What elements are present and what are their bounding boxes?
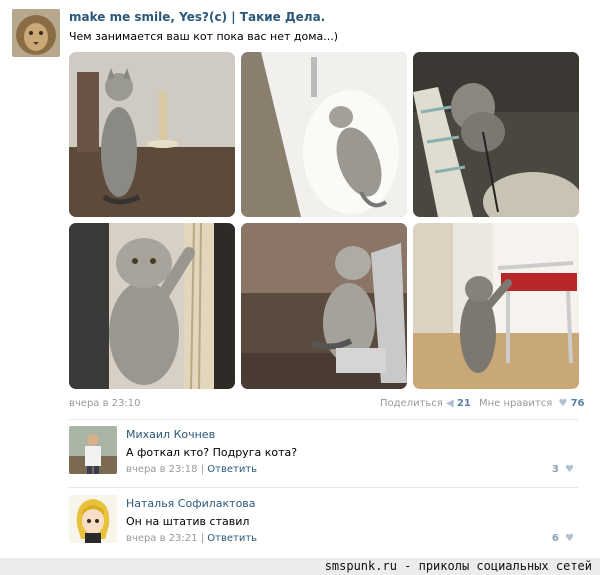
divider <box>69 487 578 488</box>
anime-girl-avatar-icon[interactable] <box>69 495 117 543</box>
reply-button[interactable]: Ответить <box>207 533 257 544</box>
comment-like-button[interactable]: 3 ♥ <box>552 464 574 475</box>
divider <box>69 419 578 420</box>
cat-on-scratching-post-photo[interactable] <box>69 223 235 389</box>
cat-biting-post-photo[interactable] <box>413 52 579 217</box>
cat-in-bathtub-photo[interactable] <box>241 52 407 217</box>
heart-icon: ♥ <box>558 398 568 409</box>
cat-standing-photo[interactable] <box>69 52 235 217</box>
comment-author-link[interactable]: Наталья Софилактова <box>126 497 256 510</box>
comment-like-count: 6 <box>551 533 559 544</box>
share-count: 21 <box>456 398 471 409</box>
watermark-text: smspunk.ru - приколы социальных сетей <box>324 559 592 573</box>
comment-text: А фоткал кто? Подруга кота? <box>126 446 298 459</box>
megaphone-icon: ◀ <box>446 398 454 409</box>
comment-item: Наталья Софилактова Он на штатив ставил … <box>69 495 578 551</box>
post-author-link[interactable]: make me smile, Yes?(c) | Такие Дела. <box>69 10 325 24</box>
cat-on-sofa-laptop-photo[interactable] <box>241 223 407 389</box>
comment-like-count: 3 <box>551 464 559 475</box>
comment-item: Михаил Кочнев А фоткал кто? Подруга кота… <box>69 426 578 482</box>
lion-avatar-icon[interactable] <box>12 9 60 57</box>
share-button[interactable]: Поделиться ◀ 21 <box>380 398 471 409</box>
post-time-link[interactable]: вчера в 23:10 <box>69 398 141 409</box>
share-label: Поделиться <box>380 398 443 409</box>
comment-time-link[interactable]: вчера в 23:18 <box>126 464 198 475</box>
like-label: Мне нравится <box>479 398 553 409</box>
comment-like-button[interactable]: 6 ♥ <box>552 533 574 544</box>
reply-button[interactable]: Ответить <box>207 464 257 475</box>
post-meta: вчера в 23:10 Поделиться ◀ 21 Мне нравит… <box>69 398 585 412</box>
heart-icon: ♥ <box>565 533 574 544</box>
like-button[interactable]: Мне нравится ♥ 76 <box>479 398 585 409</box>
comment-meta: вчера в 23:21 | Ответить <box>126 533 257 544</box>
heart-icon: ♥ <box>565 464 574 475</box>
cat-by-chair-photo[interactable] <box>413 223 579 389</box>
wall-post: make me smile, Yes?(c) | Такие Дела. Чем… <box>0 0 600 575</box>
man-avatar-icon[interactable] <box>69 426 117 474</box>
like-count: 76 <box>570 398 585 409</box>
comment-meta: вчера в 23:18 | Ответить <box>126 464 257 475</box>
comment-author-link[interactable]: Михаил Кочнев <box>126 428 215 441</box>
watermark-footer: smspunk.ru - приколы социальных сетей <box>0 558 600 575</box>
comment-time-link[interactable]: вчера в 23:21 <box>126 533 198 544</box>
post-text: Чем занимается ваш кот пока вас нет дома… <box>69 30 339 43</box>
comment-text: Он на штатив ставил <box>126 515 250 528</box>
